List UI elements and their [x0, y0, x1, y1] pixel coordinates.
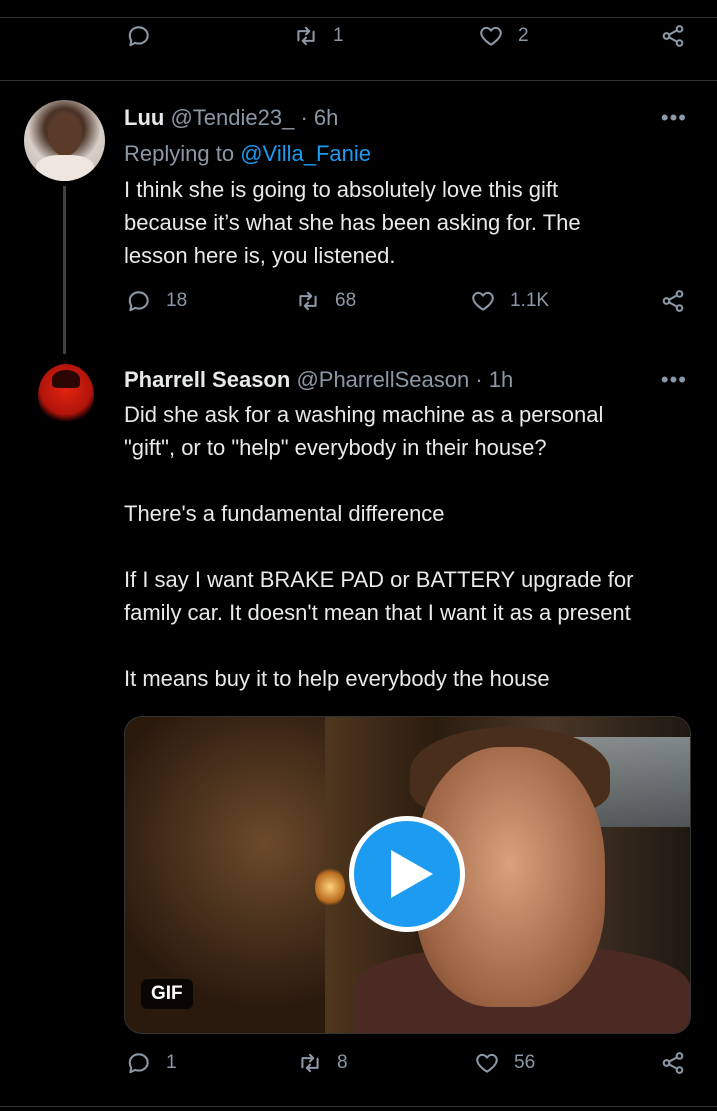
share-icon: [662, 25, 684, 47]
reply-button[interactable]: 18: [126, 288, 187, 314]
retweet-count: 8: [337, 1052, 348, 1073]
more-options-button[interactable]: •••: [661, 105, 687, 131]
tweet-header: Pharrell Season @PharrellSeason · 1h: [124, 367, 513, 393]
display-name[interactable]: Pharrell Season: [124, 367, 290, 392]
bottom-divider: [0, 1106, 717, 1107]
retweet-count: 68: [335, 290, 357, 311]
tweet-text: Did she ask for a washing machine as a p…: [124, 402, 634, 691]
retweet-icon: [301, 1053, 319, 1073]
like-button[interactable]: 2: [478, 23, 529, 49]
tweet-text: I think she is going to absolutely love …: [124, 177, 581, 268]
avatar-pharrell-season[interactable]: [38, 364, 94, 426]
reply-button[interactable]: [126, 23, 166, 49]
like-count: 2: [518, 25, 529, 46]
reply-count: 1: [166, 1052, 177, 1073]
tweet2-actions: 1 8 56: [0, 1050, 717, 1090]
tweet-divider: [0, 80, 717, 81]
like-count: 56: [514, 1052, 536, 1073]
mention-link[interactable]: @Villa_Fanie: [240, 141, 371, 166]
avatar-face: [48, 112, 82, 156]
user-handle[interactable]: @Tendie23_: [170, 105, 294, 130]
display-name[interactable]: Luu: [124, 105, 164, 130]
like-button[interactable]: 1.1K: [470, 288, 549, 314]
gif-media[interactable]: GIF: [124, 716, 691, 1034]
avatar-shirt: [36, 155, 94, 181]
share-icon: [662, 1052, 684, 1074]
replying-prefix: Replying to: [124, 141, 235, 166]
tweet-time[interactable]: · 6h: [300, 105, 338, 130]
like-button[interactable]: 56: [474, 1050, 535, 1076]
thread-line: [63, 186, 66, 354]
heart-icon: [476, 1053, 498, 1073]
reply-button[interactable]: 1: [126, 1050, 177, 1076]
retweet-button[interactable]: 68: [295, 288, 356, 314]
user-handle[interactable]: @PharrellSeason: [296, 367, 469, 392]
heart-icon: [472, 291, 494, 311]
tweet-time[interactable]: · 1h: [475, 367, 513, 392]
avatar-head: [52, 370, 80, 388]
play-button[interactable]: [349, 816, 465, 932]
reply-icon: [128, 1053, 149, 1074]
tweet-header: Luu @Tendie23_ · 6h: [124, 105, 338, 131]
share-button[interactable]: [660, 23, 686, 49]
like-count: 1.1K: [510, 290, 550, 311]
share-button[interactable]: [660, 1050, 686, 1076]
reply-icon: [128, 26, 149, 47]
media-lamp: [315, 867, 345, 907]
heart-icon: [480, 26, 502, 46]
retweet-icon: [297, 26, 315, 46]
retweet-count: 1: [333, 25, 344, 46]
tweet1-actions: 18 68 1.1K: [0, 288, 717, 328]
prev-tweet-actions: 1 2: [0, 23, 717, 63]
share-button[interactable]: [660, 288, 686, 314]
avatar-luu[interactable]: [24, 100, 105, 181]
more-options-button[interactable]: •••: [661, 367, 687, 393]
top-divider: [0, 17, 717, 18]
gif-badge: GIF: [141, 979, 193, 1009]
retweet-button[interactable]: 8: [297, 1050, 348, 1076]
retweet-icon: [299, 291, 317, 311]
reply-count: 18: [166, 290, 188, 311]
share-icon: [662, 290, 684, 312]
replying-to: Replying to @Villa_Fanie: [124, 141, 371, 167]
reply-icon: [128, 291, 149, 312]
retweet-button[interactable]: 1: [293, 23, 344, 49]
play-icon: [391, 850, 433, 898]
